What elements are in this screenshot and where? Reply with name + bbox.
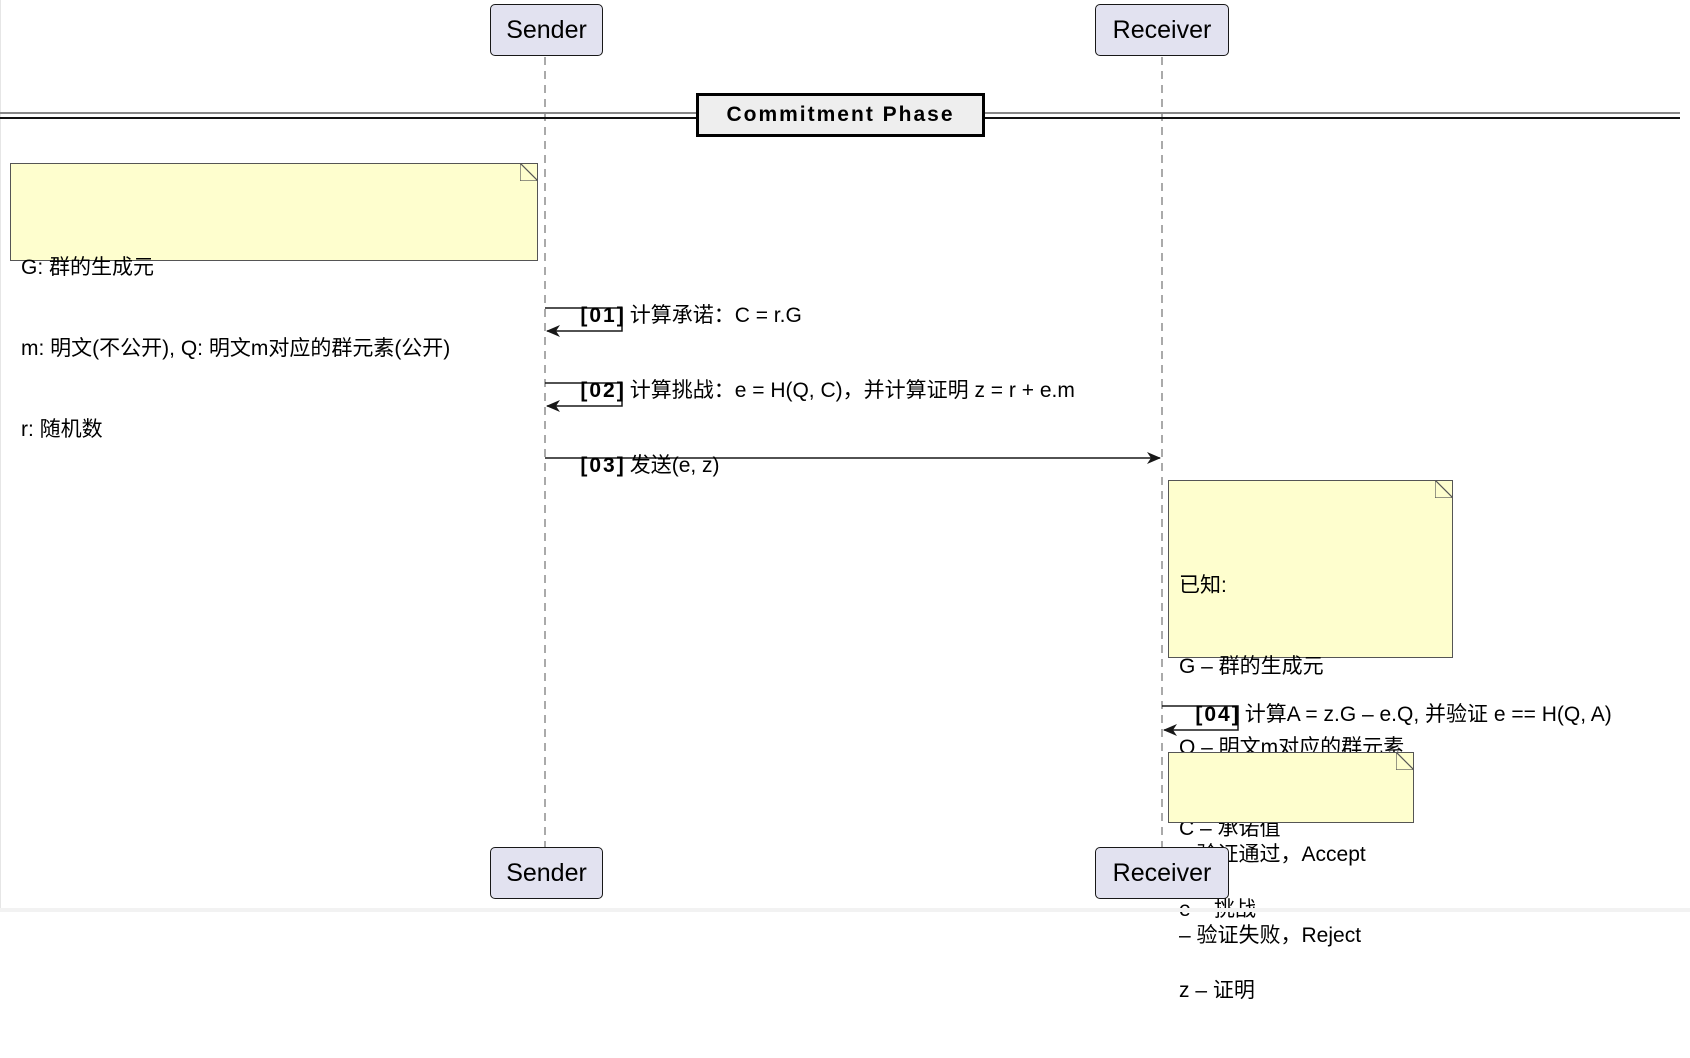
note-definitions: G: 群的生成元 m: 明文(不公开), Q: 明文m对应的群元素(公开) r:…	[10, 163, 538, 441]
note-line: G: 群的生成元	[21, 256, 155, 279]
phase-divider: Commitment Phase	[696, 93, 985, 137]
note-result: – 验证通过，Accept – 验证失败，Reject	[1168, 752, 1414, 947]
note-fold-icon	[1435, 480, 1453, 498]
participant-label: Receiver	[1112, 15, 1212, 44]
message-number: [01]	[580, 304, 626, 327]
note-known: 已知: G – 群的生成元 Q – 明文m对应的群元素 C – 承诺值 e – …	[1168, 480, 1453, 1002]
participant-sender-top[interactable]: Sender	[490, 4, 603, 56]
note-line: 已知:	[1179, 574, 1227, 597]
message-04-label: [04] 计算A = z.G – e.Q, 并验证 e == H(Q, A)	[1172, 676, 1612, 754]
participant-receiver-top[interactable]: Receiver	[1095, 4, 1229, 56]
message-03-label: [03] 发送(e, z)	[557, 427, 720, 505]
sequence-diagram: Sender Receiver Commitment Phase G: 群的生成…	[0, 0, 1690, 1002]
message-number: [03]	[580, 454, 626, 477]
note-line: m: 明文(不公开), Q: 明文m对应的群元素(公开)	[21, 337, 451, 360]
participant-label: Sender	[506, 858, 587, 887]
note-line: r: 随机数	[21, 418, 103, 441]
participant-label: Receiver	[1112, 858, 1212, 887]
message-number: [02]	[580, 379, 626, 402]
note-line: z – 证明	[1179, 979, 1255, 1002]
message-text: 发送(e, z)	[629, 454, 720, 477]
message-number: [04]	[1195, 703, 1241, 726]
participant-sender-bottom[interactable]: Sender	[490, 847, 603, 899]
note-fold-icon	[520, 163, 538, 181]
message-01-label: [01] 计算承诺：C = r.G	[557, 277, 802, 355]
note-fold-icon	[1396, 752, 1414, 770]
canvas-bottom-edge	[0, 908, 1690, 912]
message-text: 计算A = z.G – e.Q, 并验证 e == H(Q, A)	[1244, 703, 1612, 726]
participant-receiver-bottom[interactable]: Receiver	[1095, 847, 1229, 899]
message-02-label: [02] 计算挑战：e = H(Q, C)，并计算证明 z = r + e.m	[557, 352, 1075, 430]
message-text: 计算承诺：C = r.G	[629, 304, 802, 327]
message-text: 计算挑战：e = H(Q, C)，并计算证明 z = r + e.m	[629, 379, 1075, 402]
phase-divider-label: Commitment Phase	[726, 103, 955, 126]
note-line: – 验证失败，Reject	[1179, 924, 1362, 947]
participant-label: Sender	[506, 15, 587, 44]
